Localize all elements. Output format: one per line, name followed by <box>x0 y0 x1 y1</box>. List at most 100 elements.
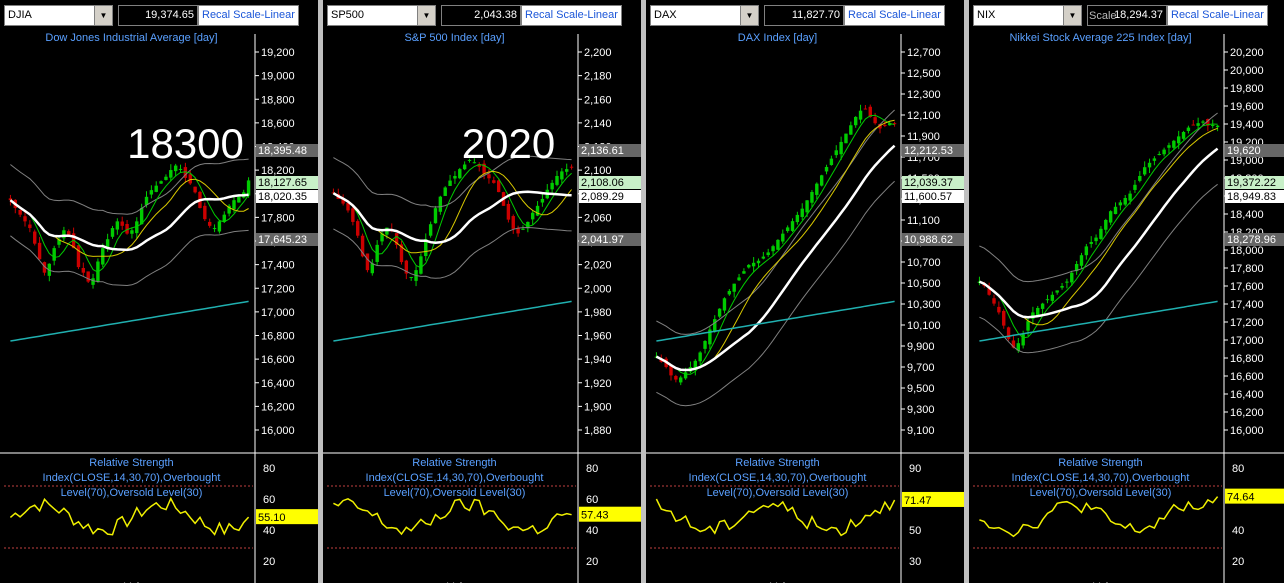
axis-tick-label: 11,900 <box>907 131 940 143</box>
rsi-title-line: Index(CLOSE,14,30,70),Overbought <box>366 472 544 484</box>
candle-body <box>115 221 120 230</box>
axis-tick-label: 9,500 <box>907 383 935 395</box>
bollinger-lower <box>656 180 895 407</box>
axis-tick-label: 16,000 <box>261 425 295 437</box>
candle-body <box>1045 299 1050 301</box>
candle-body <box>790 221 795 231</box>
candle-body <box>1113 206 1118 215</box>
candle-body <box>530 212 535 220</box>
ma-white <box>978 147 1219 319</box>
candle-body <box>492 180 496 183</box>
candle-body <box>997 306 1001 313</box>
candle-body <box>1089 242 1093 244</box>
candle-body <box>717 308 722 317</box>
axis-tick-label: 2,160 <box>584 94 612 106</box>
candle-body <box>1147 162 1152 168</box>
rsi-tick-label: 60 <box>586 494 598 506</box>
ma-short <box>333 163 572 269</box>
ma-medium <box>656 119 895 371</box>
candle-body <box>37 242 42 260</box>
axis-tick-label: 18,800 <box>261 94 295 106</box>
rsi-tick-label: 20 <box>263 556 275 568</box>
candle-body <box>1191 124 1195 126</box>
axis-tick-label: 1,960 <box>584 331 612 343</box>
axis-tick-label: 9,900 <box>907 341 935 353</box>
candle-body <box>839 141 843 155</box>
chart-canvas[interactable]: S&P 500 Index [day] 2,200 2,180 2,160 2,140 2… <box>323 0 641 583</box>
candle-body <box>1094 237 1098 242</box>
candle-body <box>1167 145 1171 148</box>
rsi-value: 55.10 <box>258 512 286 524</box>
candle-body <box>496 180 501 193</box>
candle-body <box>1152 158 1157 161</box>
candle-body <box>1211 124 1215 126</box>
ma-short <box>979 123 1218 339</box>
axis-tick-label: 17,200 <box>1230 317 1264 329</box>
candle-body <box>203 205 207 220</box>
candle-body <box>237 196 241 203</box>
candle-body <box>1002 310 1006 326</box>
axis-tick-label: 1,900 <box>584 401 612 413</box>
rsi-title-line: Level(70),Oversold Level(30) <box>707 487 849 499</box>
chart-canvas[interactable]: DAX Index [day] 12,700 12,500 12,300 12,100 1… <box>646 0 964 583</box>
rsi-value: 71.47 <box>904 495 932 507</box>
candle-body <box>365 253 370 271</box>
axis-tick-label: 12,300 <box>907 89 941 101</box>
candle-body <box>540 198 545 203</box>
axis-tick-label: 20,200 <box>1230 47 1264 59</box>
axis-tick-label: 16,200 <box>1230 407 1264 419</box>
candle-body <box>1128 193 1132 201</box>
axis-tick-label: 10,300 <box>907 299 941 311</box>
rsi-title-line: Level(70),Oversold Level(30) <box>1030 487 1172 499</box>
candle-body <box>819 175 824 186</box>
axis-tick-label: 12,500 <box>907 68 941 80</box>
candle-body <box>86 271 90 282</box>
axis-tick-label: 17,000 <box>1230 335 1264 347</box>
rsi-tick-label: 40 <box>263 525 275 537</box>
ma-long <box>333 300 572 342</box>
axis-tick-label: 19,000 <box>261 71 295 83</box>
axis-tick-label: 16,400 <box>261 378 295 390</box>
candle-body <box>722 298 727 311</box>
candle-body <box>188 174 192 184</box>
axis-tick-label: 11,100 <box>907 215 940 227</box>
axis-tick-label: 16,200 <box>261 401 295 413</box>
ma-white <box>9 193 249 252</box>
candle-body <box>178 168 183 170</box>
candle-body <box>409 277 413 279</box>
candle-body <box>110 228 115 237</box>
rsi-tick-label: 40 <box>1232 525 1244 537</box>
candle-body <box>1172 140 1176 148</box>
candle-body <box>1215 125 1220 128</box>
price-label: 11,600.57 <box>904 191 952 203</box>
candle-body <box>1040 303 1045 309</box>
rsi-title-line: Index(CLOSE,14,30,70),Overbought <box>689 472 867 484</box>
axis-tick-label: 10,100 <box>907 320 941 332</box>
rsi-title-line: Relative Strength <box>1058 457 1142 469</box>
chart-canvas[interactable]: Nikkei Stock Average 225 Index [day] 20,2… <box>969 0 1284 583</box>
axis-tick-label: 17,600 <box>1230 281 1264 293</box>
candle-body <box>130 230 134 234</box>
rsi-tick-label: 80 <box>1232 463 1244 475</box>
candle-body <box>766 252 770 256</box>
rsi-tick-label: 80 <box>263 463 275 475</box>
candle-body <box>76 245 81 268</box>
candle-body <box>1099 228 1103 239</box>
candle-body <box>28 224 32 229</box>
axis-tick-label: 16,600 <box>261 354 295 366</box>
ma-medium <box>979 127 1218 326</box>
chart-canvas[interactable]: Dow Jones Industrial Average [day] 19,200… <box>0 0 318 583</box>
candle-body <box>67 231 71 235</box>
candle-body <box>351 208 355 222</box>
chart-title: Nikkei Stock Average 225 Index [day] <box>1009 32 1191 44</box>
candle-body <box>1186 127 1191 132</box>
candle-body <box>805 200 809 213</box>
candle-body <box>1133 184 1137 190</box>
candle-body <box>448 180 452 186</box>
rsi-title-line: Relative Strength <box>89 457 173 469</box>
candle-body <box>207 221 212 226</box>
candle-body <box>232 200 236 209</box>
candle-body <box>356 221 360 236</box>
bollinger-upper <box>10 158 249 215</box>
candle-body <box>713 319 717 332</box>
